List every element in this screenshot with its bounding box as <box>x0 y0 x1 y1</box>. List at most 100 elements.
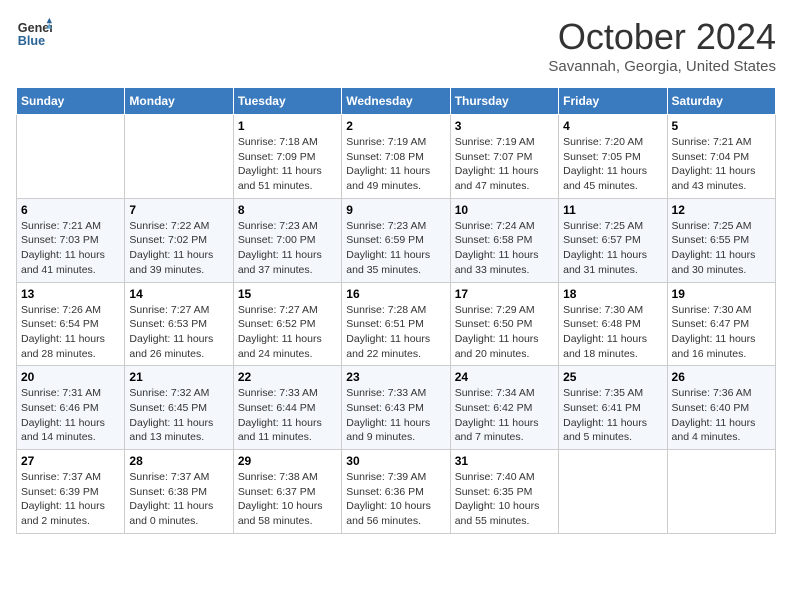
calendar-header-friday: Friday <box>559 88 667 115</box>
calendar-cell: 1Sunrise: 7:18 AM Sunset: 7:09 PM Daylig… <box>233 115 341 199</box>
calendar-week-row: 1Sunrise: 7:18 AM Sunset: 7:09 PM Daylig… <box>17 115 776 199</box>
day-info: Sunrise: 7:19 AM Sunset: 7:08 PM Dayligh… <box>346 135 445 194</box>
day-number: 10 <box>455 203 554 217</box>
day-info: Sunrise: 7:23 AM Sunset: 6:59 PM Dayligh… <box>346 219 445 278</box>
day-info: Sunrise: 7:40 AM Sunset: 6:35 PM Dayligh… <box>455 470 554 529</box>
calendar-body: 1Sunrise: 7:18 AM Sunset: 7:09 PM Daylig… <box>17 115 776 534</box>
calendar-cell: 14 Sunrise: 7:27 AM Sunset: 6:53 PM Dayli… <box>125 282 233 366</box>
calendar-week-row: 6Sunrise: 7:21 AM Sunset: 7:03 PM Daylig… <box>17 198 776 282</box>
day-info: Sunrise: 7:35 AM Sunset: 6:41 PM Dayligh… <box>563 386 662 445</box>
day-number: 2 <box>346 119 445 133</box>
day-info: Sunrise: 7:28 AM Sunset: 6:51 PM Dayligh… <box>346 303 445 362</box>
calendar-cell: 15 Sunrise: 7:27 AM Sunset: 6:52 PM Dayli… <box>233 282 341 366</box>
day-number: 19 <box>672 287 771 301</box>
title-block: October 2024 Savannah, Georgia, United S… <box>548 16 776 75</box>
calendar-header-tuesday: Tuesday <box>233 88 341 115</box>
logo-icon: General Blue <box>16 16 52 52</box>
page-header: General Blue October 2024 Savannah, Geor… <box>16 16 776 75</box>
day-info: Sunrise: 7:24 AM Sunset: 6:58 PM Dayligh… <box>455 219 554 278</box>
calendar-cell: 19 Sunrise: 7:30 AM Sunset: 6:47 PM Dayli… <box>667 282 775 366</box>
day-info: Sunrise: 7:20 AM Sunset: 7:05 PM Dayligh… <box>563 135 662 194</box>
calendar-header-thursday: Thursday <box>450 88 558 115</box>
day-info: Sunrise: 7:30 AM Sunset: 6:48 PM Dayligh… <box>563 303 662 362</box>
day-info: Sunrise: 7:30 AM Sunset: 6:47 PM Dayligh… <box>672 303 771 362</box>
calendar-cell: 13 Sunrise: 7:26 AM Sunset: 6:54 PM Dayli… <box>17 282 125 366</box>
calendar-cell: 6Sunrise: 7:21 AM Sunset: 7:03 PM Daylig… <box>17 198 125 282</box>
calendar-cell: 2 Sunrise: 7:19 AM Sunset: 7:08 PM Daylig… <box>342 115 450 199</box>
day-info: Sunrise: 7:27 AM Sunset: 6:53 PM Dayligh… <box>129 303 228 362</box>
day-number: 3 <box>455 119 554 133</box>
day-number: 16 <box>346 287 445 301</box>
day-info: Sunrise: 7:33 AM Sunset: 6:43 PM Dayligh… <box>346 386 445 445</box>
calendar-table: SundayMondayTuesdayWednesdayThursdayFrid… <box>16 87 776 534</box>
day-number: 27 <box>21 454 120 468</box>
day-number: 15 <box>238 287 337 301</box>
day-number: 26 <box>672 370 771 384</box>
day-info: Sunrise: 7:19 AM Sunset: 7:07 PM Dayligh… <box>455 135 554 194</box>
location-subtitle: Savannah, Georgia, United States <box>548 58 776 75</box>
month-title: October 2024 <box>548 16 776 58</box>
calendar-cell: 23 Sunrise: 7:33 AM Sunset: 6:43 PM Dayli… <box>342 366 450 450</box>
day-number: 14 <box>129 287 228 301</box>
day-info: Sunrise: 7:29 AM Sunset: 6:50 PM Dayligh… <box>455 303 554 362</box>
day-info: Sunrise: 7:36 AM Sunset: 6:40 PM Dayligh… <box>672 386 771 445</box>
day-info: Sunrise: 7:31 AM Sunset: 6:46 PM Dayligh… <box>21 386 120 445</box>
calendar-cell <box>17 115 125 199</box>
calendar-cell: 18 Sunrise: 7:30 AM Sunset: 6:48 PM Dayli… <box>559 282 667 366</box>
day-number: 21 <box>129 370 228 384</box>
calendar-cell: 29Sunrise: 7:38 AM Sunset: 6:37 PM Dayli… <box>233 450 341 534</box>
day-number: 31 <box>455 454 554 468</box>
day-number: 8 <box>238 203 337 217</box>
calendar-cell: 12 Sunrise: 7:25 AM Sunset: 6:55 PM Dayli… <box>667 198 775 282</box>
day-number: 12 <box>672 203 771 217</box>
day-info: Sunrise: 7:34 AM Sunset: 6:42 PM Dayligh… <box>455 386 554 445</box>
day-number: 24 <box>455 370 554 384</box>
day-number: 25 <box>563 370 662 384</box>
day-number: 13 <box>21 287 120 301</box>
calendar-cell: 21 Sunrise: 7:32 AM Sunset: 6:45 PM Dayli… <box>125 366 233 450</box>
calendar-cell <box>667 450 775 534</box>
day-info: Sunrise: 7:39 AM Sunset: 6:36 PM Dayligh… <box>346 470 445 529</box>
day-number: 28 <box>129 454 228 468</box>
calendar-cell: 7Sunrise: 7:22 AM Sunset: 7:02 PM Daylig… <box>125 198 233 282</box>
calendar-cell: 20 Sunrise: 7:31 AM Sunset: 6:46 PM Dayli… <box>17 366 125 450</box>
calendar-cell <box>125 115 233 199</box>
calendar-header-row: SundayMondayTuesdayWednesdayThursdayFrid… <box>17 88 776 115</box>
calendar-week-row: 27Sunrise: 7:37 AM Sunset: 6:39 PM Dayli… <box>17 450 776 534</box>
day-info: Sunrise: 7:38 AM Sunset: 6:37 PM Dayligh… <box>238 470 337 529</box>
calendar-cell: 28 Sunrise: 7:37 AM Sunset: 6:38 PM Dayli… <box>125 450 233 534</box>
day-number: 17 <box>455 287 554 301</box>
calendar-header-wednesday: Wednesday <box>342 88 450 115</box>
day-info: Sunrise: 7:25 AM Sunset: 6:57 PM Dayligh… <box>563 219 662 278</box>
calendar-cell: 25 Sunrise: 7:35 AM Sunset: 6:41 PM Dayli… <box>559 366 667 450</box>
calendar-header-monday: Monday <box>125 88 233 115</box>
calendar-header-saturday: Saturday <box>667 88 775 115</box>
day-info: Sunrise: 7:33 AM Sunset: 6:44 PM Dayligh… <box>238 386 337 445</box>
calendar-week-row: 20 Sunrise: 7:31 AM Sunset: 6:46 PM Dayli… <box>17 366 776 450</box>
day-info: Sunrise: 7:25 AM Sunset: 6:55 PM Dayligh… <box>672 219 771 278</box>
calendar-cell: 31 Sunrise: 7:40 AM Sunset: 6:35 PM Dayli… <box>450 450 558 534</box>
day-number: 18 <box>563 287 662 301</box>
day-number: 20 <box>21 370 120 384</box>
day-number: 5 <box>672 119 771 133</box>
day-number: 30 <box>346 454 445 468</box>
calendar-cell: 10 Sunrise: 7:24 AM Sunset: 6:58 PM Dayli… <box>450 198 558 282</box>
day-number: 9 <box>346 203 445 217</box>
day-number: 7 <box>129 203 228 217</box>
day-info: Sunrise: 7:27 AM Sunset: 6:52 PM Dayligh… <box>238 303 337 362</box>
day-info: Sunrise: 7:37 AM Sunset: 6:38 PM Dayligh… <box>129 470 228 529</box>
svg-text:Blue: Blue <box>18 34 45 48</box>
day-info: Sunrise: 7:18 AM Sunset: 7:09 PM Dayligh… <box>238 135 337 194</box>
day-info: Sunrise: 7:26 AM Sunset: 6:54 PM Dayligh… <box>21 303 120 362</box>
day-number: 23 <box>346 370 445 384</box>
calendar-cell: 30 Sunrise: 7:39 AM Sunset: 6:36 PM Dayli… <box>342 450 450 534</box>
day-number: 11 <box>563 203 662 217</box>
day-info: Sunrise: 7:32 AM Sunset: 6:45 PM Dayligh… <box>129 386 228 445</box>
calendar-cell: 3 Sunrise: 7:19 AM Sunset: 7:07 PM Daylig… <box>450 115 558 199</box>
calendar-cell: 5Sunrise: 7:21 AM Sunset: 7:04 PM Daylig… <box>667 115 775 199</box>
logo: General Blue <box>16 16 52 52</box>
calendar-cell: 9 Sunrise: 7:23 AM Sunset: 6:59 PM Daylig… <box>342 198 450 282</box>
calendar-cell: 22Sunrise: 7:33 AM Sunset: 6:44 PM Dayli… <box>233 366 341 450</box>
calendar-week-row: 13 Sunrise: 7:26 AM Sunset: 6:54 PM Dayli… <box>17 282 776 366</box>
calendar-cell: 17 Sunrise: 7:29 AM Sunset: 6:50 PM Dayli… <box>450 282 558 366</box>
